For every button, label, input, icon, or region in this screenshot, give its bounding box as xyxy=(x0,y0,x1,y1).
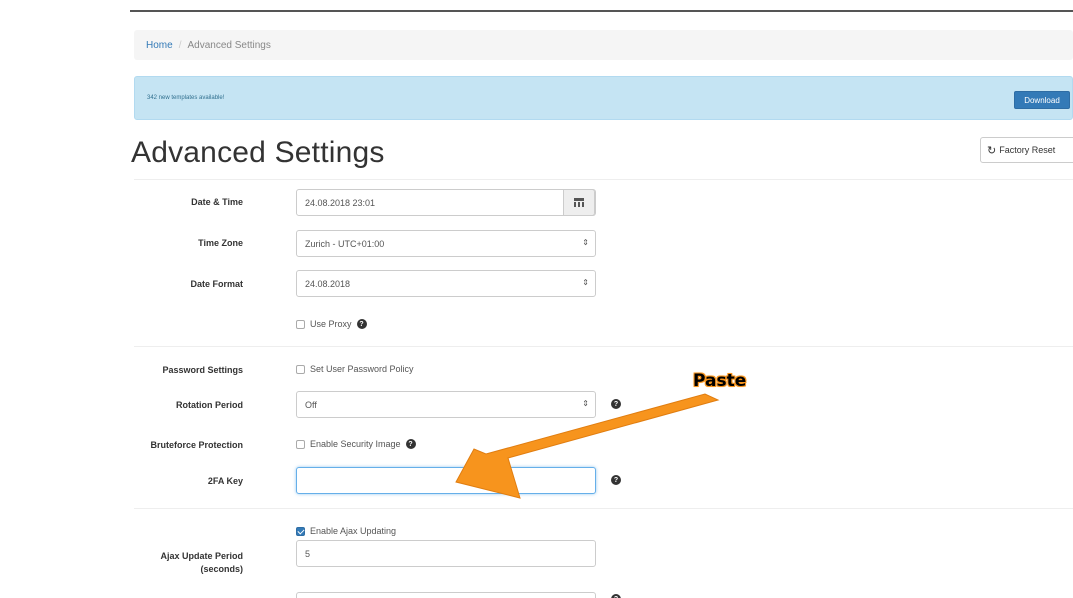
date-format-value: 24.08.2018 xyxy=(305,278,351,289)
date-format-select[interactable]: 24.08.2018 ⇕ xyxy=(296,270,596,297)
ajax-updating-row: Enable Ajax Updating xyxy=(296,526,396,536)
security-image-label: Enable Security Image xyxy=(310,439,401,449)
ajax-period-input[interactable]: 5 xyxy=(296,540,596,567)
question-circle-icon[interactable]: ? xyxy=(611,594,621,598)
twofa-key-input[interactable] xyxy=(296,467,596,494)
security-image-row: Enable Security Image ? xyxy=(296,439,416,449)
question-circle-icon[interactable]: ? xyxy=(356,319,367,329)
question-circle-icon[interactable]: ? xyxy=(611,475,621,485)
refresh-icon: ↻ xyxy=(987,144,997,157)
password-settings-label: Password Settings xyxy=(162,365,243,375)
rotation-period-select[interactable]: Off ⇕ xyxy=(296,391,596,418)
breadcrumb-current: Advanced Settings xyxy=(187,39,271,51)
password-policy-checkbox[interactable] xyxy=(296,364,305,374)
breadcrumb: Home / Advanced Settings xyxy=(134,30,1073,60)
updown-caret-icon: ⇕ xyxy=(582,238,589,247)
page-title: Advanced Settings xyxy=(131,136,385,169)
factory-reset-label: Factory Reset xyxy=(999,145,1056,155)
calendar-button[interactable] xyxy=(563,189,595,216)
breadcrumb-home-link[interactable]: Home xyxy=(146,40,173,51)
bruteforce-label: Bruteforce Protection xyxy=(150,440,243,450)
question-circle-icon[interactable]: ? xyxy=(611,399,621,409)
download-button[interactable]: Download xyxy=(1014,91,1070,109)
ajax-period-unit-label: (seconds) xyxy=(200,564,243,574)
breadcrumb-separator: / xyxy=(178,39,182,51)
section-divider xyxy=(134,346,1073,347)
ajax-period-label: Ajax Update Period xyxy=(160,551,243,561)
use-proxy-checkbox[interactable] xyxy=(296,319,305,329)
section-divider xyxy=(134,508,1073,509)
calendar-icon xyxy=(574,198,584,207)
time-zone-value: Zurich - UTC+01:00 xyxy=(305,238,385,249)
time-zone-select[interactable]: Zurich - UTC+01:00 ⇕ xyxy=(296,230,596,257)
time-zone-label: Time Zone xyxy=(198,238,243,248)
top-divider xyxy=(130,10,1073,12)
date-format-label: Date Format xyxy=(190,279,243,289)
alert-message: 342 new templates available! xyxy=(147,95,225,101)
ajax-period-value: 5 xyxy=(305,548,311,559)
ajax-updating-checkbox[interactable] xyxy=(296,526,305,536)
rotation-period-value: Off xyxy=(305,399,317,410)
next-field-partial[interactable] xyxy=(296,592,596,598)
templates-alert: 342 new templates available! Download xyxy=(134,76,1073,120)
paste-annotation: Paste xyxy=(693,371,747,391)
updown-caret-icon: ⇕ xyxy=(582,399,589,408)
rotation-period-label: Rotation Period xyxy=(176,400,243,410)
question-circle-icon[interactable]: ? xyxy=(405,439,416,449)
password-policy-label: Set User Password Policy xyxy=(310,364,414,374)
password-policy-row: Set User Password Policy xyxy=(296,364,414,374)
security-image-checkbox[interactable] xyxy=(296,439,305,449)
ajax-updating-label: Enable Ajax Updating xyxy=(310,526,397,536)
title-divider xyxy=(134,179,1073,180)
use-proxy-label: Use Proxy xyxy=(310,319,352,329)
date-time-value: 24.08.2018 23:01 xyxy=(305,197,376,208)
date-time-label: Date & Time xyxy=(191,197,243,207)
date-time-input[interactable]: 24.08.2018 23:01 xyxy=(296,189,596,216)
updown-caret-icon: ⇕ xyxy=(582,278,589,287)
twofa-key-label: 2FA Key xyxy=(207,476,243,486)
factory-reset-button[interactable]: ↻ Factory Reset xyxy=(980,137,1073,163)
use-proxy-row: Use Proxy ? xyxy=(296,319,367,329)
